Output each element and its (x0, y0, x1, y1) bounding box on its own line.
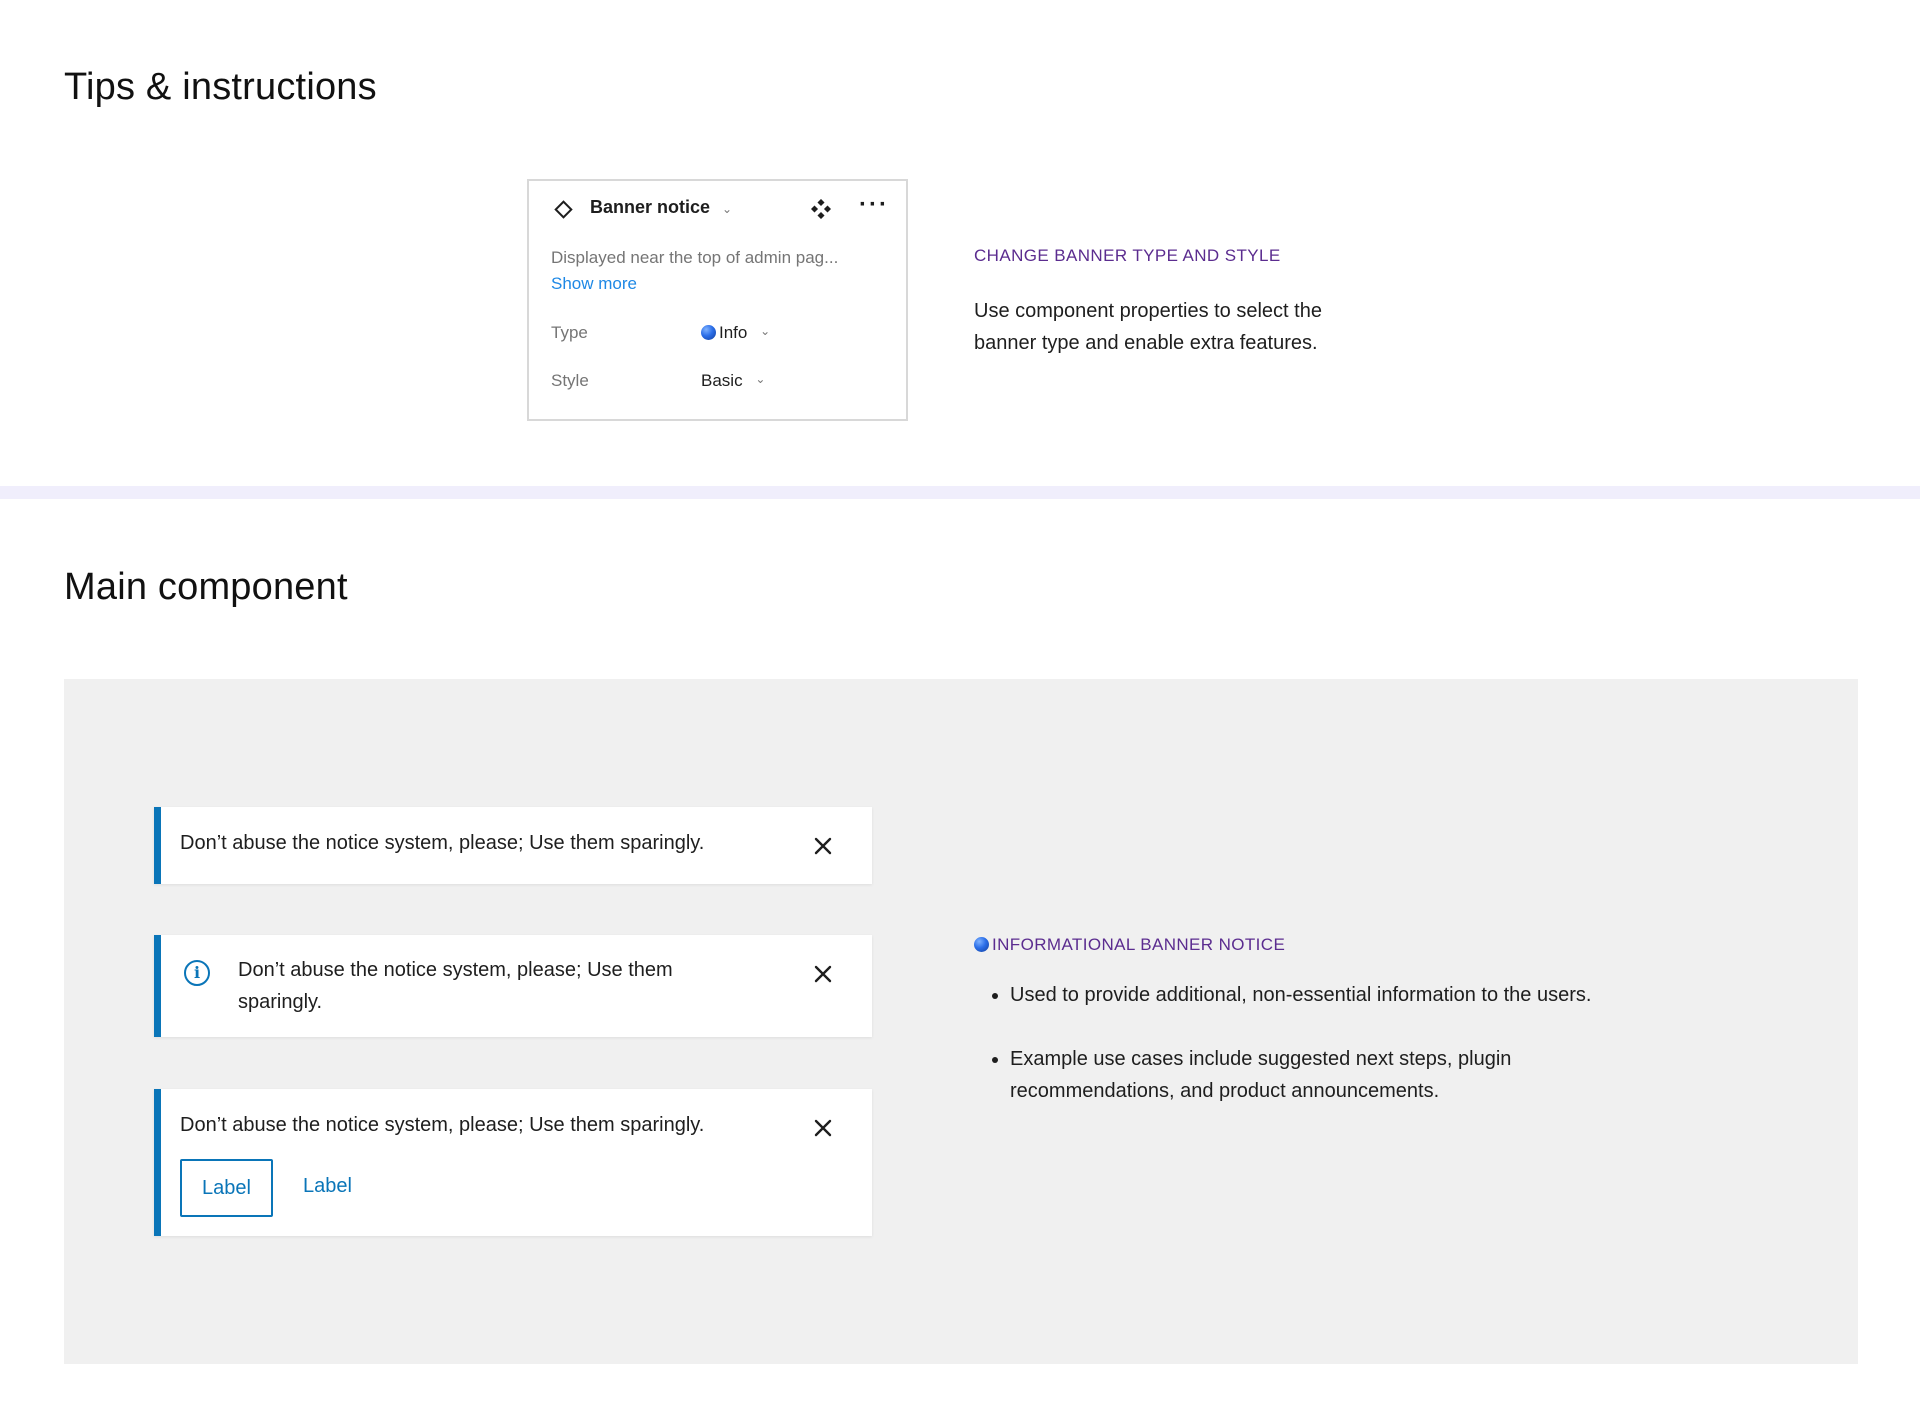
banner-notice-basic: Don’t abuse the notice system, please; U… (154, 807, 872, 884)
component-properties-panel: Banner notice ⌄ ··· Displayed near the t… (527, 179, 908, 421)
info-bullet-list: Used to provide additional, non-essentia… (980, 979, 1740, 1139)
style-select[interactable]: Basic ⌄ (701, 371, 765, 391)
type-select[interactable]: Info ⌄ (701, 323, 770, 343)
bullet-text: Example use cases include suggested next… (1010, 1048, 1512, 1070)
style-value: Basic (701, 371, 743, 390)
banner-notice-with-icon: i Don’t abuse the notice system, please;… (154, 935, 872, 1037)
list-item: Example use cases include suggested next… (1010, 1043, 1740, 1107)
bullet-text: recommendations, and product announcemen… (1010, 1080, 1440, 1102)
component-diamond-icon (554, 200, 573, 219)
move-icon[interactable] (811, 199, 831, 219)
info-eyebrow: INFORMATIONAL BANNER NOTICE (974, 935, 1285, 955)
notice-message-line: sparingly. (238, 991, 323, 1013)
notice-message: Don’t abuse the notice system, please; U… (180, 832, 705, 854)
primary-action-button[interactable]: Label (180, 1159, 273, 1217)
component-description: Displayed near the top of admin pag... (551, 248, 839, 267)
chevron-down-icon: ⌄ (760, 324, 771, 338)
more-options-icon[interactable]: ··· (859, 191, 889, 219)
chevron-down-icon: ⌄ (755, 372, 766, 386)
secondary-action-button[interactable]: Label (303, 1175, 352, 1198)
banner-notice-with-actions: Don’t abuse the notice system, please; U… (154, 1089, 872, 1236)
info-blue-dot-icon (974, 937, 989, 952)
notice-message: Don’t abuse the notice system, please; U… (180, 1114, 705, 1136)
style-label: Style (551, 371, 589, 390)
show-more-link[interactable]: Show more (551, 274, 637, 294)
bullet-text: Used to provide additional, non-essentia… (1010, 984, 1592, 1006)
section-divider (0, 486, 1920, 499)
tips-line: banner type and enable extra features. (974, 332, 1318, 354)
info-blue-dot-icon (701, 325, 716, 340)
close-icon[interactable] (812, 1117, 834, 1139)
panel-header: Banner notice ⌄ ··· (529, 181, 906, 231)
tips-description: Use component properties to select the b… (974, 295, 1322, 359)
list-item: Used to provide additional, non-essentia… (1010, 979, 1740, 1011)
tips-section-title: Tips & instructions (64, 66, 377, 108)
component-canvas: Don’t abuse the notice system, please; U… (64, 679, 1858, 1364)
tips-line: Use component properties to select the (974, 300, 1322, 322)
close-icon[interactable] (812, 963, 834, 985)
tips-eyebrow: CHANGE BANNER TYPE AND STYLE (974, 246, 1281, 265)
type-label: Type (551, 323, 588, 342)
info-eyebrow-text: INFORMATIONAL BANNER NOTICE (992, 935, 1286, 954)
notice-message: Don’t abuse the notice system, please; U… (238, 954, 673, 1018)
chevron-down-icon[interactable]: ⌄ (722, 202, 732, 216)
component-name[interactable]: Banner notice (590, 197, 710, 218)
notice-message-line: Don’t abuse the notice system, please; U… (238, 959, 673, 981)
main-section-title: Main component (64, 566, 348, 608)
close-icon[interactable] (812, 835, 834, 857)
info-icon: i (184, 960, 210, 986)
type-value: Info (719, 323, 748, 342)
